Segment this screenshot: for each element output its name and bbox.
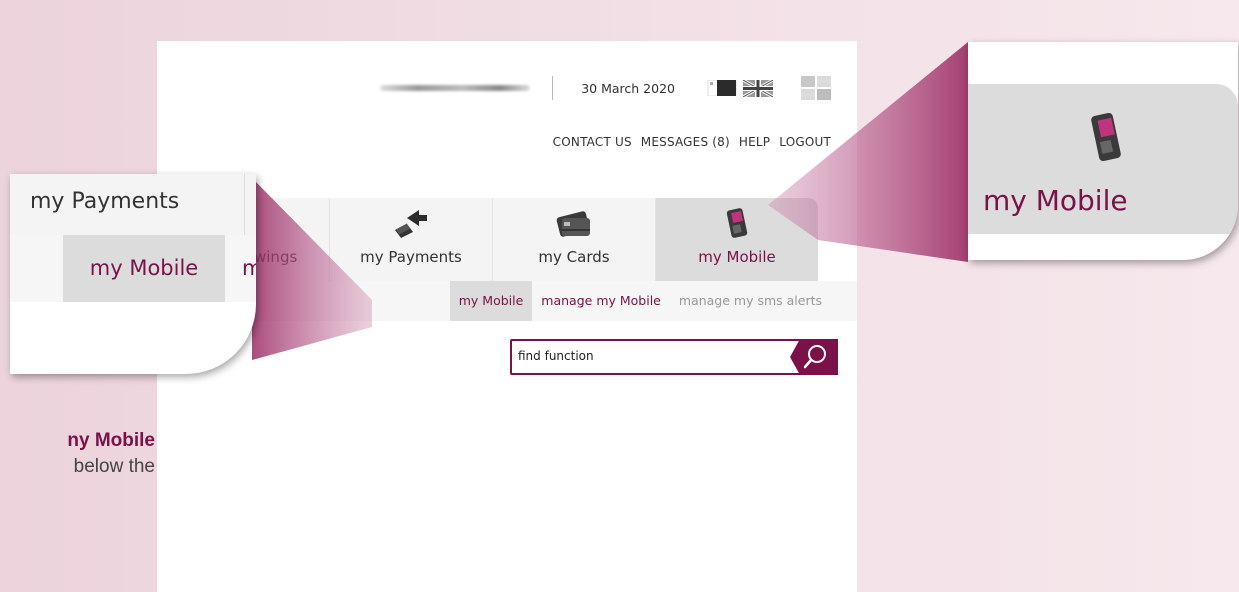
instruction-line-2: below the <box>73 456 155 477</box>
cards-icon <box>552 206 596 244</box>
divider <box>552 76 554 100</box>
apps-grid-icon[interactable] <box>801 76 831 100</box>
tab-borrowings[interactable]: wings <box>253 198 329 281</box>
current-date: 30 March 2020 <box>581 80 675 96</box>
main-nav: wings my Payments my Cards my Mobile <box>253 198 818 281</box>
payments-icon <box>391 206 431 244</box>
contact-us-link[interactable]: CONTACT US <box>553 135 632 149</box>
logout-link[interactable]: LOGOUT <box>779 135 831 149</box>
search-input[interactable] <box>518 349 758 363</box>
language-flag-icon[interactable] <box>707 80 737 96</box>
header-bar: 30 March 2020 <box>380 75 831 101</box>
tab-my-cards[interactable]: my Cards <box>492 198 655 281</box>
zoom-callout-right: my Mobile <box>968 42 1238 260</box>
search-button[interactable] <box>786 339 838 375</box>
zoom-my-mobile-label: my Mobile <box>983 184 1128 217</box>
help-link[interactable]: HELP <box>739 135 770 149</box>
sub-nav: my Mobile manage my Mobile manage my sms… <box>157 281 857 321</box>
tab-label: my Cards <box>538 248 610 266</box>
mobile-phone-icon <box>1091 110 1123 170</box>
subnav-manage-my-mobile[interactable]: manage my Mobile <box>532 281 670 321</box>
banking-page: 30 March 2020 CONTACT US MESSAGES (8) HE… <box>157 41 857 592</box>
zoom-tab-my-mobile: my Mobile <box>63 235 225 302</box>
subnav-manage-sms-alerts[interactable]: manage my sms alerts <box>670 281 831 321</box>
zoom-callout-left: my Payments my Mobile m <box>10 174 256 374</box>
tab-label: wings <box>254 248 298 266</box>
zoom-tab-my-payments: my Payments <box>10 174 245 235</box>
find-function-search <box>510 339 838 375</box>
uk-flag-icon[interactable] <box>742 78 774 98</box>
tab-label: my Payments <box>360 248 462 266</box>
messages-link[interactable]: MESSAGES (8) <box>641 135 730 149</box>
mobile-phone-icon <box>725 206 749 244</box>
instruction-text: ny Mobile below the <box>0 428 155 480</box>
blurred-username <box>380 85 531 91</box>
tab-label: my Mobile <box>698 248 776 266</box>
tab-my-payments[interactable]: my Payments <box>329 198 492 281</box>
top-links: CONTACT US MESSAGES (8) HELP LOGOUT <box>553 135 831 149</box>
instruction-line-1: ny Mobile <box>67 430 155 451</box>
tab-my-mobile[interactable]: my Mobile <box>655 198 818 281</box>
subnav-my-mobile[interactable]: my Mobile <box>449 281 533 321</box>
zoom-cut-label: m <box>242 256 256 280</box>
